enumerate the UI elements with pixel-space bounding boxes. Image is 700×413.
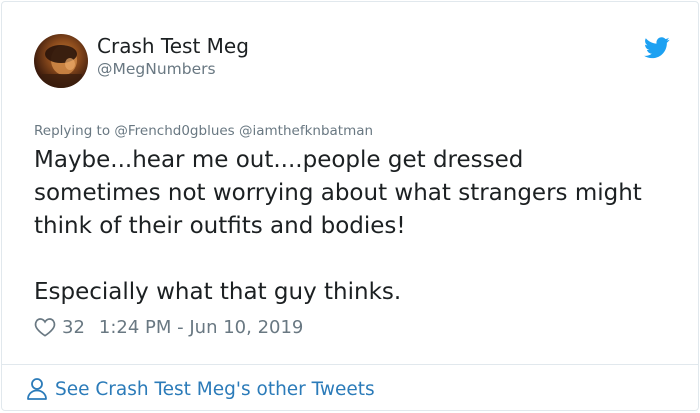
twitter-bird-icon[interactable] [644, 37, 670, 59]
divider [2, 364, 698, 365]
person-icon [27, 378, 47, 400]
tweet-card: Crash Test Meg @MegNumbers Replying to @… [1, 1, 699, 411]
like-count[interactable]: 32 [62, 317, 85, 338]
avatar[interactable] [34, 34, 88, 88]
tweet-text: Maybe...hear me out....people get dresse… [34, 144, 684, 309]
tweet-line: think of their outfits and bodies! [34, 213, 406, 239]
replying-to[interactable]: Replying to @Frenchd0gblues @iamthefknba… [34, 123, 373, 139]
tweet-line: Especially what that guy thinks. [34, 279, 402, 305]
tweet-meta: 32 1:24 PM - Jun 10, 2019 [34, 315, 303, 339]
timestamp[interactable]: 1:24 PM - Jun 10, 2019 [99, 317, 303, 338]
author-handle[interactable]: @MegNumbers [97, 60, 216, 78]
avatar-image [42, 45, 82, 88]
heart-icon[interactable] [34, 317, 56, 337]
author-name[interactable]: Crash Test Meg [97, 34, 249, 58]
see-other-tweets-label[interactable]: See Crash Test Meg's other Tweets [55, 379, 375, 400]
see-other-tweets-link[interactable]: See Crash Test Meg's other Tweets [26, 376, 375, 402]
paragraph-break [34, 243, 684, 276]
tweet-line: sometimes not worrying about what strang… [34, 180, 642, 206]
tweet-line: Maybe...hear me out....people get dresse… [34, 147, 524, 173]
